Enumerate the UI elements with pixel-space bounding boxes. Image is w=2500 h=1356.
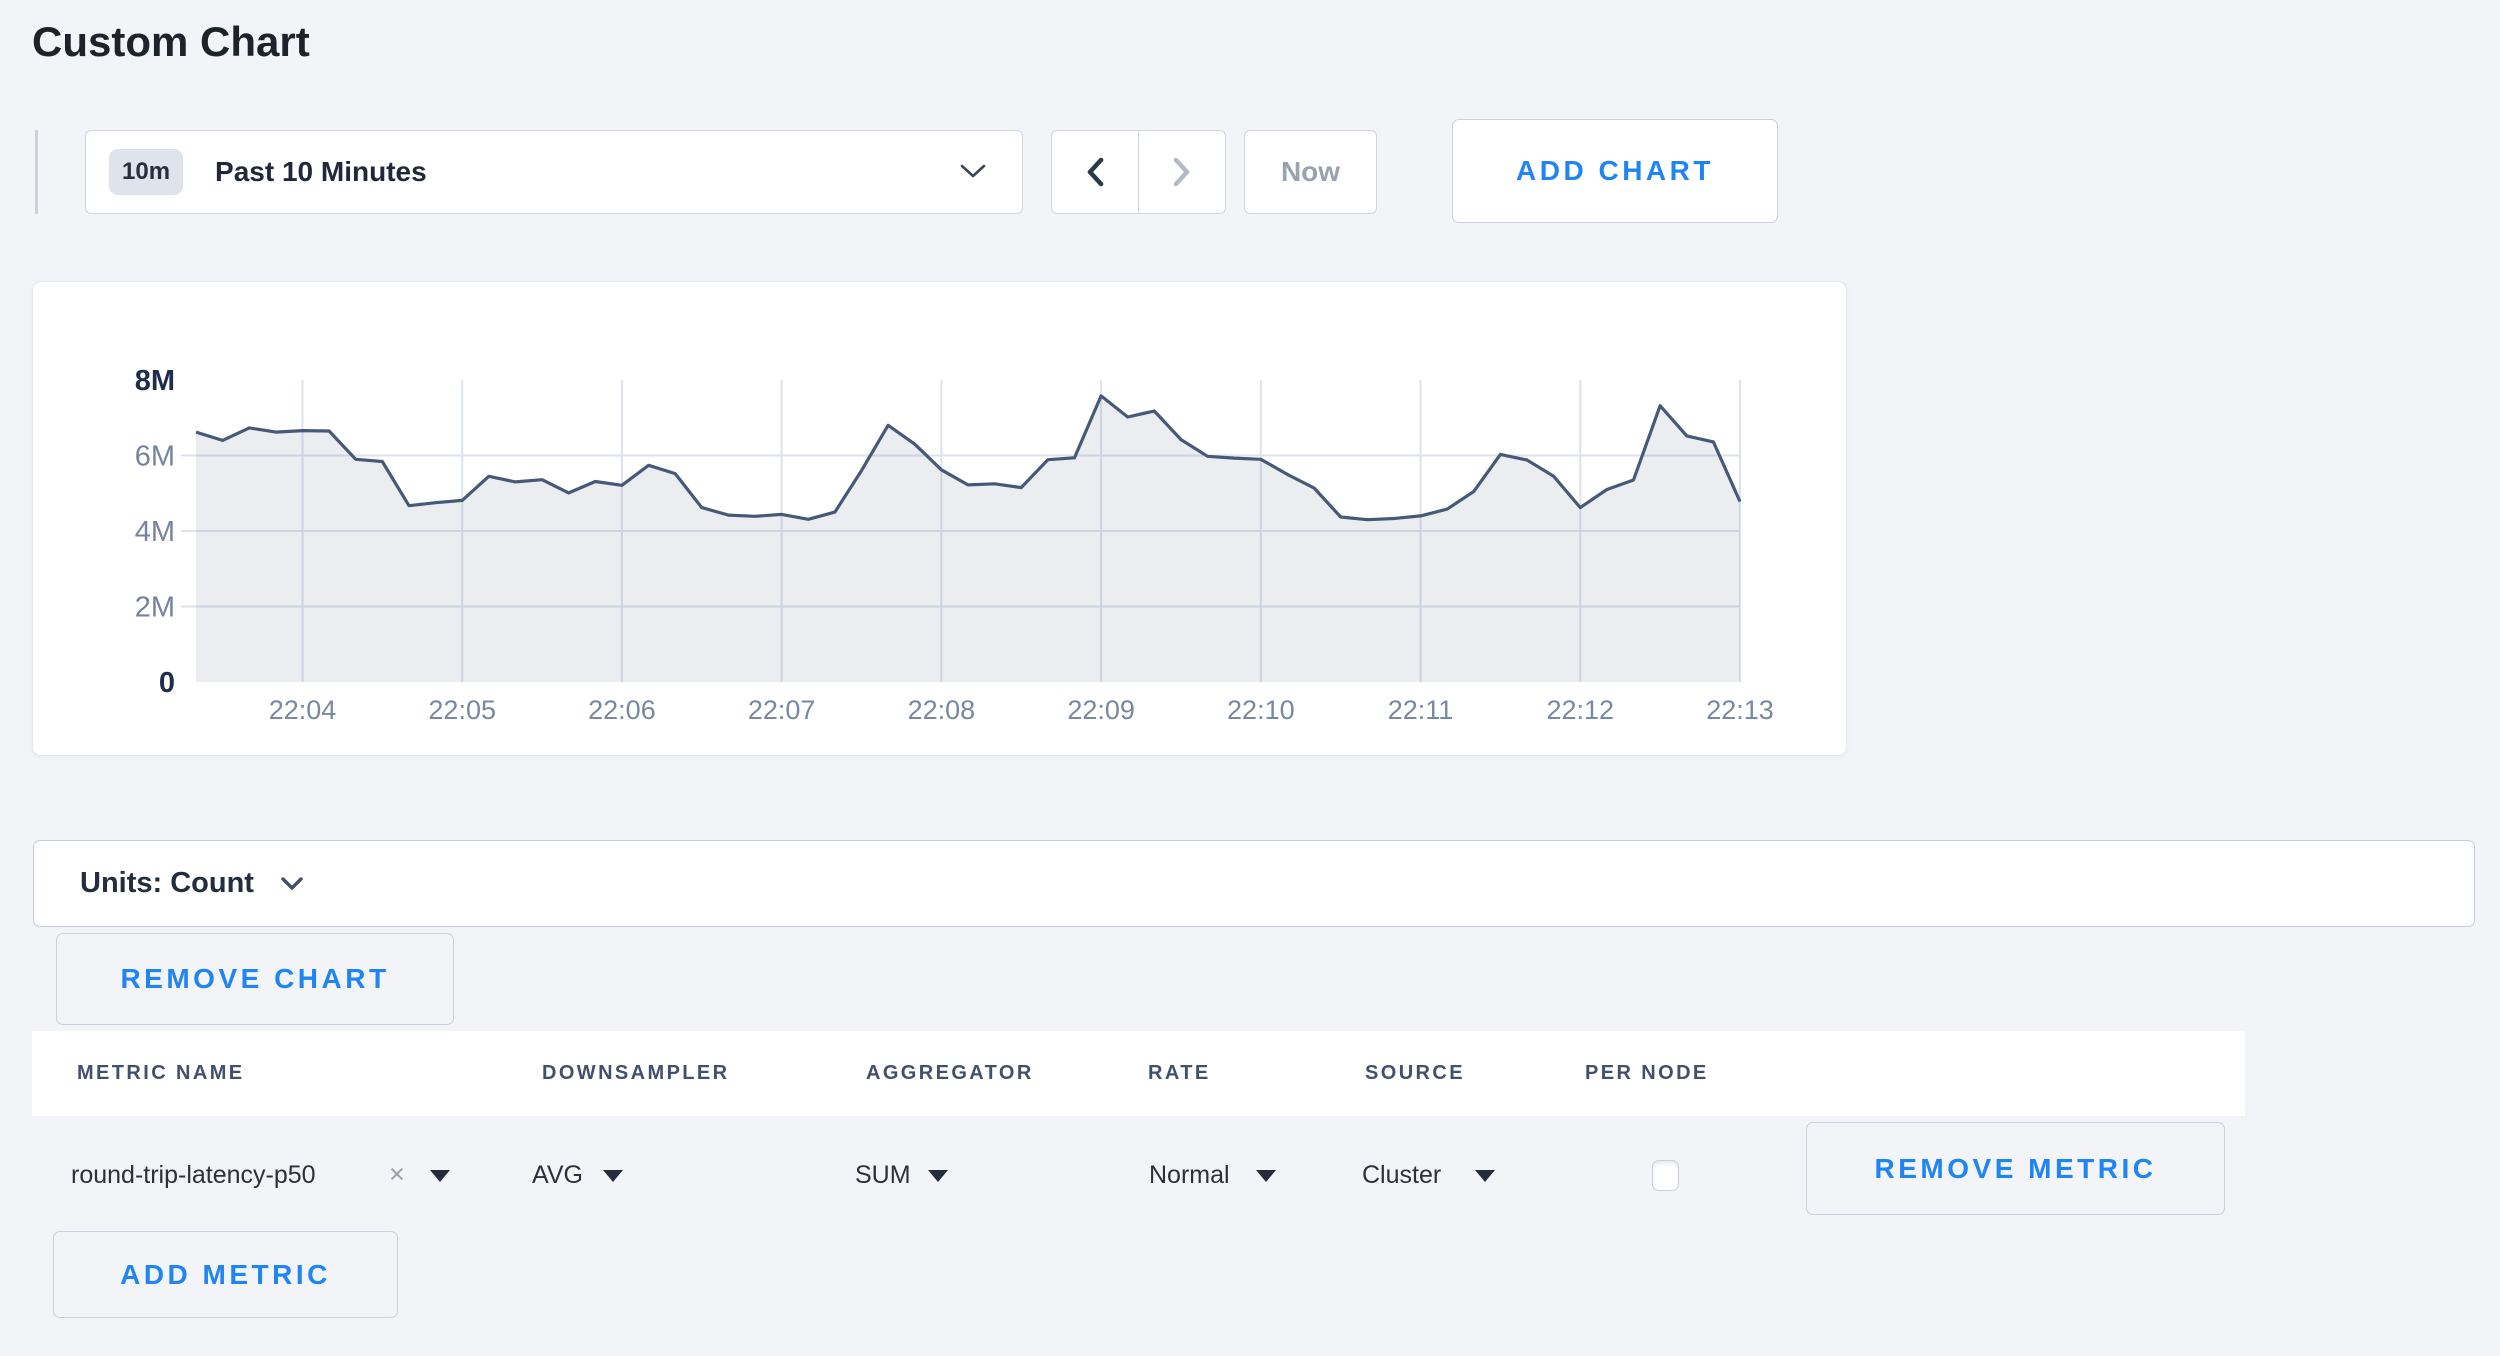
add-chart-button[interactable]: ADD CHART <box>1452 119 1778 223</box>
remove-chart-button[interactable]: REMOVE CHART <box>56 933 454 1025</box>
x-axis-tick-label: 22:08 <box>908 695 976 725</box>
y-axis-tick-label: 0 <box>159 667 175 699</box>
column-header-rate: RATE <box>1148 1062 1211 1085</box>
x-axis-tick-label: 22:07 <box>748 695 816 725</box>
chevron-right-icon <box>1173 157 1191 187</box>
next-time-button[interactable] <box>1139 131 1225 213</box>
x-axis-tick-label: 22:10 <box>1227 695 1295 725</box>
x-axis-tick-label: 22:13 <box>1706 695 1774 725</box>
units-label: Units: Count <box>80 867 254 900</box>
prev-time-button[interactable] <box>1052 131 1139 213</box>
x-axis-tick-label: 22:04 <box>269 695 337 725</box>
page-title: Custom Chart <box>32 18 310 66</box>
per-node-checkbox[interactable] <box>1652 1160 1679 1191</box>
chevron-down-icon <box>280 876 304 896</box>
y-axis-tick-label: 6M <box>135 441 175 473</box>
x-axis-tick-label: 22:05 <box>428 695 496 725</box>
downsampler-select[interactable]: AVG <box>532 1161 583 1190</box>
column-header-per-node: PER NODE <box>1585 1062 1709 1085</box>
rate-caret-icon[interactable] <box>1256 1170 1276 1182</box>
aggregator-select[interactable]: SUM <box>855 1161 911 1190</box>
add-metric-button[interactable]: ADD METRIC <box>53 1231 398 1318</box>
metric-name-caret-icon[interactable] <box>430 1170 450 1182</box>
column-header-metric-name: METRIC NAME <box>77 1062 245 1085</box>
time-window-dropdown[interactable]: 10m Past 10 Minutes <box>85 130 1023 214</box>
column-header-downsampler: DOWNSAMPLER <box>542 1062 730 1085</box>
x-axis-tick-label: 22:06 <box>588 695 656 725</box>
y-axis-tick-label: 2M <box>135 592 175 624</box>
units-dropdown[interactable]: Units: Count <box>33 840 2475 927</box>
column-header-aggregator: AGGREGATOR <box>866 1062 1034 1085</box>
metrics-table-header <box>32 1031 2245 1116</box>
source-select[interactable]: Cluster <box>1362 1161 1441 1190</box>
y-axis-tick-label: 8M <box>135 365 175 397</box>
x-axis-tick-label: 22:12 <box>1546 695 1614 725</box>
time-window-badge: 10m <box>109 149 183 195</box>
custom-chart-page: Custom Chart 10m Past 10 Minutes Now ADD… <box>0 0 2500 1356</box>
series-area <box>196 396 1740 682</box>
time-window-label: Past 10 Minutes <box>215 156 427 188</box>
x-axis-tick-label: 22:09 <box>1067 695 1135 725</box>
toolbar-left-divider <box>35 130 38 214</box>
downsampler-caret-icon[interactable] <box>603 1170 623 1182</box>
rate-select[interactable]: Normal <box>1149 1161 1230 1190</box>
now-button[interactable]: Now <box>1244 130 1377 214</box>
metric-area-chart[interactable]: 0 2M 4M 6M 8M 22:04 22:05 22:06 22:07 22:08 22:09 2… <box>33 282 1846 755</box>
remove-metric-button[interactable]: REMOVE METRIC <box>1806 1122 2225 1215</box>
chevron-left-icon <box>1086 157 1104 187</box>
metric-name-value[interactable]: round-trip-latency-p50 <box>71 1161 316 1190</box>
chart-card: 0 2M 4M 6M 8M 22:04 22:05 22:06 22:07 22:08 22:09 2… <box>32 281 1847 756</box>
time-step-group <box>1051 130 1226 214</box>
remove-tag-icon[interactable]: × <box>389 1159 405 1190</box>
x-axis-tick-label: 22:11 <box>1388 695 1454 725</box>
source-caret-icon[interactable] <box>1475 1170 1495 1182</box>
column-header-source: SOURCE <box>1365 1062 1465 1085</box>
y-axis-tick-label: 4M <box>135 516 175 548</box>
chevron-down-icon <box>960 163 986 184</box>
aggregator-caret-icon[interactable] <box>928 1170 948 1182</box>
